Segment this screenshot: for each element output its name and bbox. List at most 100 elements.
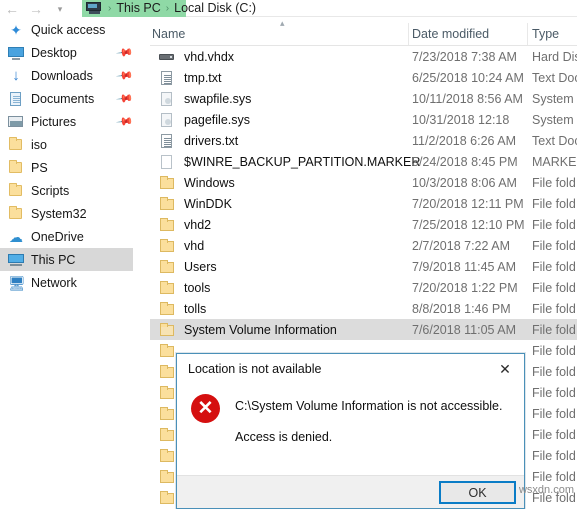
file-type-cell: Text Doc [532, 70, 577, 85]
file-type-cell: File fold [532, 259, 576, 274]
folder-icon [159, 259, 175, 275]
table-row[interactable]: vhd 2/7/2018 7:22 AM File fold [150, 235, 577, 256]
pin-icon[interactable]: 📌 [116, 43, 135, 62]
table-row[interactable]: tmp.txt 6/25/2018 10:24 AM Text Doc [150, 67, 577, 88]
recent-locations-button[interactable]: ▾ [48, 0, 72, 18]
pin-icon[interactable]: 📌 [116, 112, 135, 131]
sidebar-item-pictures[interactable]: Pictures 📌 [0, 110, 150, 133]
file-type-cell: File fold [532, 175, 576, 190]
folder-icon [8, 182, 24, 199]
system-file-icon [159, 112, 175, 128]
sidebar-item-quick-access[interactable]: ✦ Quick access [0, 18, 150, 41]
sidebar-item-iso[interactable]: iso [0, 133, 150, 156]
file-type-cell: File fold [532, 301, 576, 316]
generic-file-icon [159, 154, 175, 170]
folder-icon [159, 196, 175, 212]
folder-icon [159, 343, 175, 359]
sidebar-item-label: Documents [31, 91, 95, 106]
column-divider[interactable] [408, 23, 409, 45]
sidebar-item-label: Desktop [31, 45, 77, 60]
sidebar-item-desktop[interactable]: Desktop 📌 [0, 41, 150, 64]
forward-button[interactable]: → [24, 0, 48, 18]
date-modified-cell: 2/7/2018 7:22 AM [412, 238, 510, 253]
file-name-cell: vhd2 [184, 217, 212, 232]
column-divider[interactable] [527, 23, 528, 45]
breadcrumb-item-local-disk[interactable]: Local Disk (C:) [174, 1, 256, 15]
table-row[interactable]: Users 7/9/2018 11:45 AM File fold [150, 256, 577, 277]
file-type-cell: File fold [532, 385, 576, 400]
sidebar-item-onedrive[interactable]: ☁ OneDrive [0, 225, 150, 248]
file-type-cell: Hard Dis [532, 49, 577, 64]
date-modified-cell: 7/6/2018 11:05 AM [412, 322, 517, 337]
sidebar-item-label: System32 [31, 206, 87, 221]
table-row[interactable]: WinDDK 7/20/2018 12:11 PM File fold [150, 193, 577, 214]
file-name-cell: vhd [184, 238, 205, 253]
dialog-title: Location is not available [188, 362, 322, 376]
sidebar-item-ps[interactable]: PS [0, 156, 150, 179]
folder-icon [159, 238, 175, 254]
error-cross-icon: ✕ [191, 394, 220, 423]
table-row[interactable]: vhd2 7/25/2018 12:10 PM File fold [150, 214, 577, 235]
file-type-cell: File fold [532, 448, 576, 463]
pin-icon[interactable]: 📌 [116, 89, 135, 108]
sidebar-item-documents[interactable]: Documents 📌 [0, 87, 150, 110]
file-type-cell: File fold [532, 322, 576, 337]
table-row[interactable]: tools 7/20/2018 1:22 PM File fold [150, 277, 577, 298]
sidebar-item-downloads[interactable]: ↓ Downloads 📌 [0, 64, 150, 87]
ok-button[interactable]: OK [439, 481, 516, 504]
close-icon[interactable]: ✕ [490, 356, 520, 382]
column-header-date-modified[interactable]: Date modified [412, 27, 489, 41]
dialog-footer: OK [177, 475, 524, 508]
table-row[interactable]: tolls 8/8/2018 1:46 PM File fold [150, 298, 577, 319]
breadcrumb-item-this-pc[interactable]: This PC [116, 1, 160, 15]
column-header-name[interactable]: Name [152, 27, 185, 41]
file-type-cell: File fold [532, 427, 576, 442]
dialog-title-bar[interactable]: Location is not available ✕ [177, 354, 524, 386]
text-document-icon [159, 133, 175, 149]
documents-icon [8, 91, 24, 107]
table-row[interactable]: Windows 10/3/2018 8:06 AM File fold [150, 172, 577, 193]
folder-icon [159, 448, 175, 464]
pin-icon[interactable]: 📌 [116, 66, 135, 85]
table-row[interactable]: $WINRE_BACKUP_PARTITION.MARKER 5/24/2018 … [150, 151, 577, 172]
folder-icon [159, 406, 175, 422]
date-modified-cell: 10/11/2018 8:56 AM [412, 91, 523, 106]
folder-icon [159, 427, 175, 443]
breadcrumb-separator[interactable]: › [103, 3, 116, 14]
date-modified-cell: 11/2/2018 6:26 AM [412, 133, 517, 148]
table-row[interactable]: System Volume Information 7/6/2018 11:05 … [150, 319, 577, 340]
breadcrumb-separator[interactable]: › [161, 3, 174, 14]
this-pc-icon[interactable] [86, 1, 103, 15]
folder-icon [159, 175, 175, 191]
table-row[interactable]: drivers.txt 11/2/2018 6:26 AM Text Doc [150, 130, 577, 151]
sidebar-item-system32[interactable]: System32 [0, 202, 150, 225]
table-row[interactable]: swapfile.sys 10/11/2018 8:56 AM System [150, 88, 577, 109]
file-name-cell: Users [184, 259, 217, 274]
folder-icon [159, 385, 175, 401]
sidebar-item-this-pc[interactable]: This PC [0, 248, 133, 271]
column-header-type[interactable]: Type [532, 27, 559, 41]
folder-icon [159, 217, 175, 233]
sidebar-item-network[interactable]: 🖥 Network [0, 271, 150, 294]
folder-icon [159, 490, 175, 506]
sidebar-item-label: Network [31, 275, 77, 290]
back-button[interactable]: ← [0, 0, 24, 18]
sidebar-item-label: PS [31, 160, 48, 175]
date-modified-cell: 10/31/2018 12:18 [412, 112, 510, 127]
hard-disk-image-icon [159, 49, 175, 65]
dialog-body: ✕ C:\System Volume Information is not ac… [177, 386, 524, 475]
sidebar-item-scripts[interactable]: Scripts [0, 179, 150, 202]
date-modified-cell: 7/20/2018 1:22 PM [412, 280, 518, 295]
address-bar[interactable]: › This PC › Local Disk (C:) [82, 0, 577, 17]
table-row[interactable]: vhd.vhdx 7/23/2018 7:38 AM Hard Dis [150, 46, 577, 67]
navigation-pane: ✦ Quick access Desktop 📌 ↓ Downloads 📌 D… [0, 18, 150, 509]
sidebar-item-label: Scripts [31, 183, 70, 198]
chevron-up-icon[interactable]: ▴ [280, 18, 285, 29]
file-type-cell: File fold [532, 364, 576, 379]
date-modified-cell: 7/20/2018 12:11 PM [412, 196, 524, 211]
file-type-cell: File fold [532, 196, 576, 211]
table-row[interactable]: pagefile.sys 10/31/2018 12:18 System [150, 109, 577, 130]
date-modified-cell: 7/25/2018 12:10 PM [412, 217, 525, 232]
sidebar-item-label: iso [31, 137, 47, 152]
file-type-cell: File fold [532, 280, 576, 295]
